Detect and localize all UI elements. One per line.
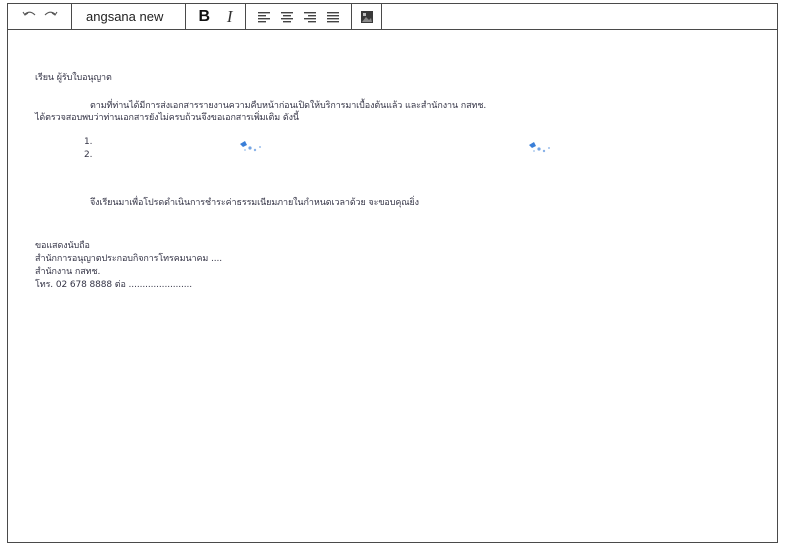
text-editor: angsana new B I เรียน ผู้รับใบอนุญาต ตาม… bbox=[7, 3, 778, 543]
undo-icon[interactable] bbox=[21, 10, 39, 24]
text-style-group: B I bbox=[186, 4, 246, 29]
redo-icon[interactable] bbox=[41, 10, 59, 24]
list-item-1: 1. bbox=[84, 137, 93, 147]
insert-image-icon[interactable] bbox=[360, 10, 374, 24]
paragraph-2: ได้ตรวจสอบพบว่าท่านเอกสารยังไม่ครบถ้วนจึ… bbox=[35, 113, 299, 123]
insert-image-group bbox=[352, 4, 382, 29]
department: สำนักการอนุญาตประกอบกิจการโทรคมนาคม .... bbox=[35, 254, 223, 264]
align-left-icon[interactable] bbox=[257, 11, 271, 23]
undo-redo-group bbox=[8, 4, 72, 29]
sign-off: ขอแสดงนับถือ bbox=[35, 241, 90, 251]
letter-body[interactable]: เรียน ผู้รับใบอนุญาต ตามที่ท่านได้มีการส… bbox=[8, 30, 777, 542]
bold-button[interactable]: B bbox=[198, 8, 210, 26]
alignment-group bbox=[246, 4, 352, 29]
closing-request: จึงเรียนมาเพื่อโปรดดำเนินการชำระค่าธรรมเ… bbox=[90, 198, 419, 208]
phone: โทร. 02 678 8888 ต่อ ...................… bbox=[35, 280, 193, 290]
office: สำนักงาน กสทช. bbox=[35, 267, 101, 277]
ink-mark-icon bbox=[240, 141, 261, 152]
editor-toolbar: angsana new B I bbox=[8, 4, 777, 30]
list-item-2: 2. bbox=[84, 150, 93, 160]
ink-mark-icon bbox=[529, 142, 550, 153]
font-selector[interactable]: angsana new bbox=[72, 4, 186, 29]
salutation: เรียน ผู้รับใบอนุญาต bbox=[35, 73, 112, 83]
italic-button[interactable]: I bbox=[227, 7, 233, 27]
align-center-icon[interactable] bbox=[280, 11, 294, 23]
align-right-icon[interactable] bbox=[303, 11, 317, 23]
align-justify-icon[interactable] bbox=[326, 11, 340, 23]
font-name-label: angsana new bbox=[86, 9, 164, 24]
